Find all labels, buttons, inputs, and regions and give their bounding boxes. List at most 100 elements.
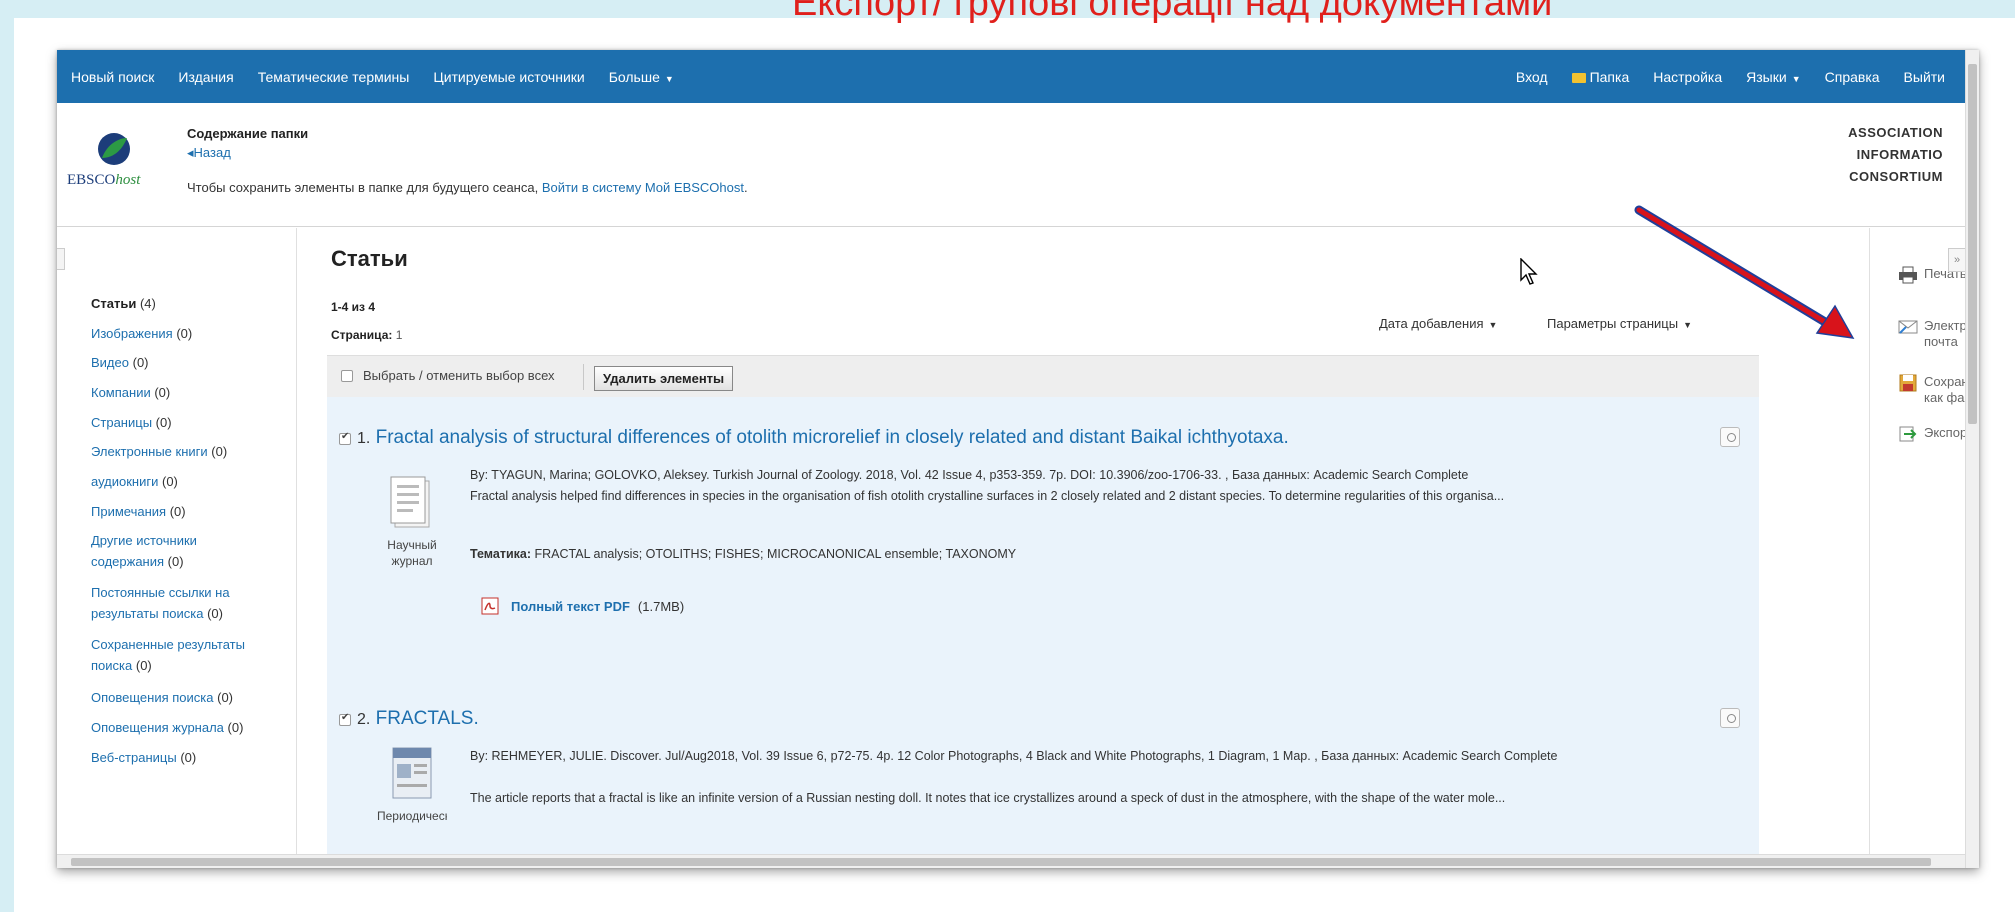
sidebar-item-companies[interactable]: Компании (0) <box>91 382 291 403</box>
result-checkbox[interactable] <box>339 431 351 445</box>
expand-panel-icon[interactable]: » <box>1948 248 1965 272</box>
nav-help[interactable]: Справка <box>1825 69 1880 85</box>
nav-more-label: Больше <box>608 68 660 85</box>
page-title: Содержание папки <box>187 126 309 141</box>
sidebar-item-label: Веб-страницы <box>91 750 177 765</box>
sidebar-item-count: (0) <box>176 326 193 341</box>
nav-publications[interactable]: Издания <box>178 69 233 85</box>
delete-items-button[interactable]: Удалить элементы <box>594 366 734 391</box>
sidebar-item-journal-alerts[interactable]: Оповещения журнала (0) <box>91 717 291 738</box>
vertical-scrollbar-thumb[interactable] <box>1968 64 1977 424</box>
pdf-size: (1.7MB) <box>637 598 685 614</box>
sidebar-item-label: аудиокниги <box>91 474 159 489</box>
sidebar-item-persistent-links[interactable]: Постоянные ссылки на результаты поиска (… <box>91 582 241 624</box>
select-all-label: Выбрать / отменить выбор всех <box>363 368 555 383</box>
nav-sign-in[interactable]: Вход <box>1516 69 1548 85</box>
sidebar-item-video[interactable]: Видео (0) <box>91 352 291 373</box>
back-link[interactable]: ◂Назад <box>187 145 231 161</box>
result-checkbox[interactable] <box>339 712 351 726</box>
sidebar-item-count: (0) <box>154 385 171 400</box>
sign-in-my-ebscohost-link[interactable]: Войти в систему Мой EBSCOhost <box>542 180 744 195</box>
sidebar-item-count: (0) <box>167 554 184 569</box>
sidebar-item-audiobooks[interactable]: аудиокниги (0) <box>91 471 291 492</box>
result-title: FRACTALS. <box>375 708 479 729</box>
subjects-label: Тематика: <box>470 547 532 561</box>
sidebar-item-count: (0) <box>227 720 244 735</box>
select-all-checkbox[interactable]: Выбрать / отменить выбор всех <box>341 368 555 383</box>
caret-down-icon: ▼ <box>1791 73 1801 84</box>
pdf-icon <box>481 597 499 615</box>
result-title-link[interactable]: 2. FRACTALS. <box>357 708 479 730</box>
sidebar-item-label: Оповещения поиска <box>91 690 214 705</box>
result-subjects: Тематика: FRACTAL analysis; OTOLITHS; FI… <box>470 547 1016 561</box>
pdf-full-text-link[interactable]: Полный текст PDF <box>511 599 630 614</box>
vertical-scrollbar[interactable] <box>1965 50 1979 868</box>
top-navigation: Новый поиск Издания Тематические термины… <box>57 50 1965 103</box>
sort-label: Дата добавления <box>1379 316 1484 331</box>
sidebar-item-count: (0) <box>217 690 233 705</box>
sidebar-item-ebooks[interactable]: Электронные книги (0) <box>91 441 291 462</box>
nav-subject-terms[interactable]: Тематические термины <box>258 69 410 85</box>
sidebar-item-notes[interactable]: Примечания (0) <box>91 501 291 522</box>
academic-journal-icon <box>390 476 430 528</box>
sidebar-item-web-pages[interactable]: Веб-страницы (0) <box>91 747 291 768</box>
nav-languages[interactable]: Языки ▼ <box>1746 69 1800 85</box>
email-icon <box>1898 320 1918 334</box>
preview-icon[interactable] <box>1720 427 1740 447</box>
logo-text-host: host <box>115 172 141 188</box>
results-list: 1. Fractal analysis of structural differ… <box>327 397 1759 868</box>
result-abstract: The article reports that a fractal is li… <box>470 791 1506 805</box>
sidebar-item-count: (0) <box>169 504 186 519</box>
result-type-label: Периодическое издание <box>377 809 447 823</box>
sidebar-item-other-sources[interactable]: Другие источники содержания (0) <box>91 530 241 572</box>
preview-icon[interactable] <box>1720 708 1740 728</box>
result-citation: By: TYAGUN, Marina; GOLOVKO, Aleksey. Tu… <box>470 468 1469 482</box>
result-number: 2. <box>357 711 371 728</box>
sidebar-item-label: Примечания <box>91 504 167 519</box>
sidebar-item-count: (0) <box>180 750 197 765</box>
subjects-value: FRACTAL analysis; OTOLITHS; FISHES; MICR… <box>534 547 1017 561</box>
result-number: 1. <box>357 430 371 447</box>
page-label: Страница: <box>331 328 393 342</box>
page-value: 1 <box>395 328 403 342</box>
horizontal-scrollbar-thumb[interactable] <box>71 858 1931 866</box>
sidebar-collapse-handle[interactable] <box>57 248 65 270</box>
sidebar-item-saved-searches[interactable]: Сохраненные результаты поиска (0) <box>91 634 271 676</box>
results-toolbar: Выбрать / отменить выбор всех Удалить эл… <box>327 355 1759 397</box>
sidebar-item-count: (0) <box>211 444 228 459</box>
caret-down-icon: ▼ <box>1488 320 1498 330</box>
nav-new-search[interactable]: Новый поиск <box>71 69 154 85</box>
sort-dropdown[interactable]: Дата добавления ▼ <box>1379 316 1497 331</box>
ebsco-leaf-icon <box>98 133 130 165</box>
organization-name: ASSOCIATION INFORMATIO CONSORTIUM <box>1848 125 1943 184</box>
nav-cited-references[interactable]: Цитируемые источники <box>433 69 584 85</box>
sidebar-item-articles[interactable]: Статьи (4) <box>91 293 291 314</box>
nav-folder[interactable]: Папка <box>1571 68 1630 85</box>
sidebar-item-pages[interactable]: Страницы (0) <box>91 412 291 433</box>
result-title-link[interactable]: 1. Fractal analysis of structural differ… <box>357 427 1289 449</box>
nav-exit[interactable]: Выйти <box>1904 69 1945 85</box>
toolbar-divider <box>583 364 584 390</box>
pdf-full-text: Полный текст PDF (1.7MB) <box>481 597 684 615</box>
logo-text: EBSCOhost <box>67 172 140 189</box>
sidebar-item-images[interactable]: Изображения (0) <box>91 323 291 344</box>
nav-more[interactable]: Больше ▼ <box>609 69 674 85</box>
ebscohost-logo[interactable]: EBSCOhost <box>67 132 167 202</box>
sidebar-item-label: Страницы <box>91 415 153 430</box>
sidebar-item-search-alerts[interactable]: Оповещения поиска (0) <box>91 687 291 708</box>
sidebar-item-label: Компании <box>91 385 151 400</box>
sidebar-item-count: (4) <box>139 296 156 311</box>
save-note-end: . <box>743 180 748 195</box>
nav-folder-label: Папка <box>1589 68 1630 85</box>
slide-left-strip <box>0 0 14 912</box>
horizontal-scrollbar[interactable] <box>57 854 1965 868</box>
slide: Експорт/ групові операції над документам… <box>0 0 2015 912</box>
page-indicator: Страница: 1 <box>331 328 402 342</box>
sidebar-item-count: (0) <box>132 355 149 370</box>
nav-languages-label: Языки <box>1746 68 1787 85</box>
checkbox[interactable] <box>341 369 353 382</box>
sidebar-item-label: Оповещения журнала <box>91 720 224 735</box>
sidebar-item-count: (0) <box>155 415 172 430</box>
sidebar-item-label: Сохраненные результаты поиска <box>91 637 245 673</box>
nav-preferences[interactable]: Настройка <box>1653 69 1722 85</box>
